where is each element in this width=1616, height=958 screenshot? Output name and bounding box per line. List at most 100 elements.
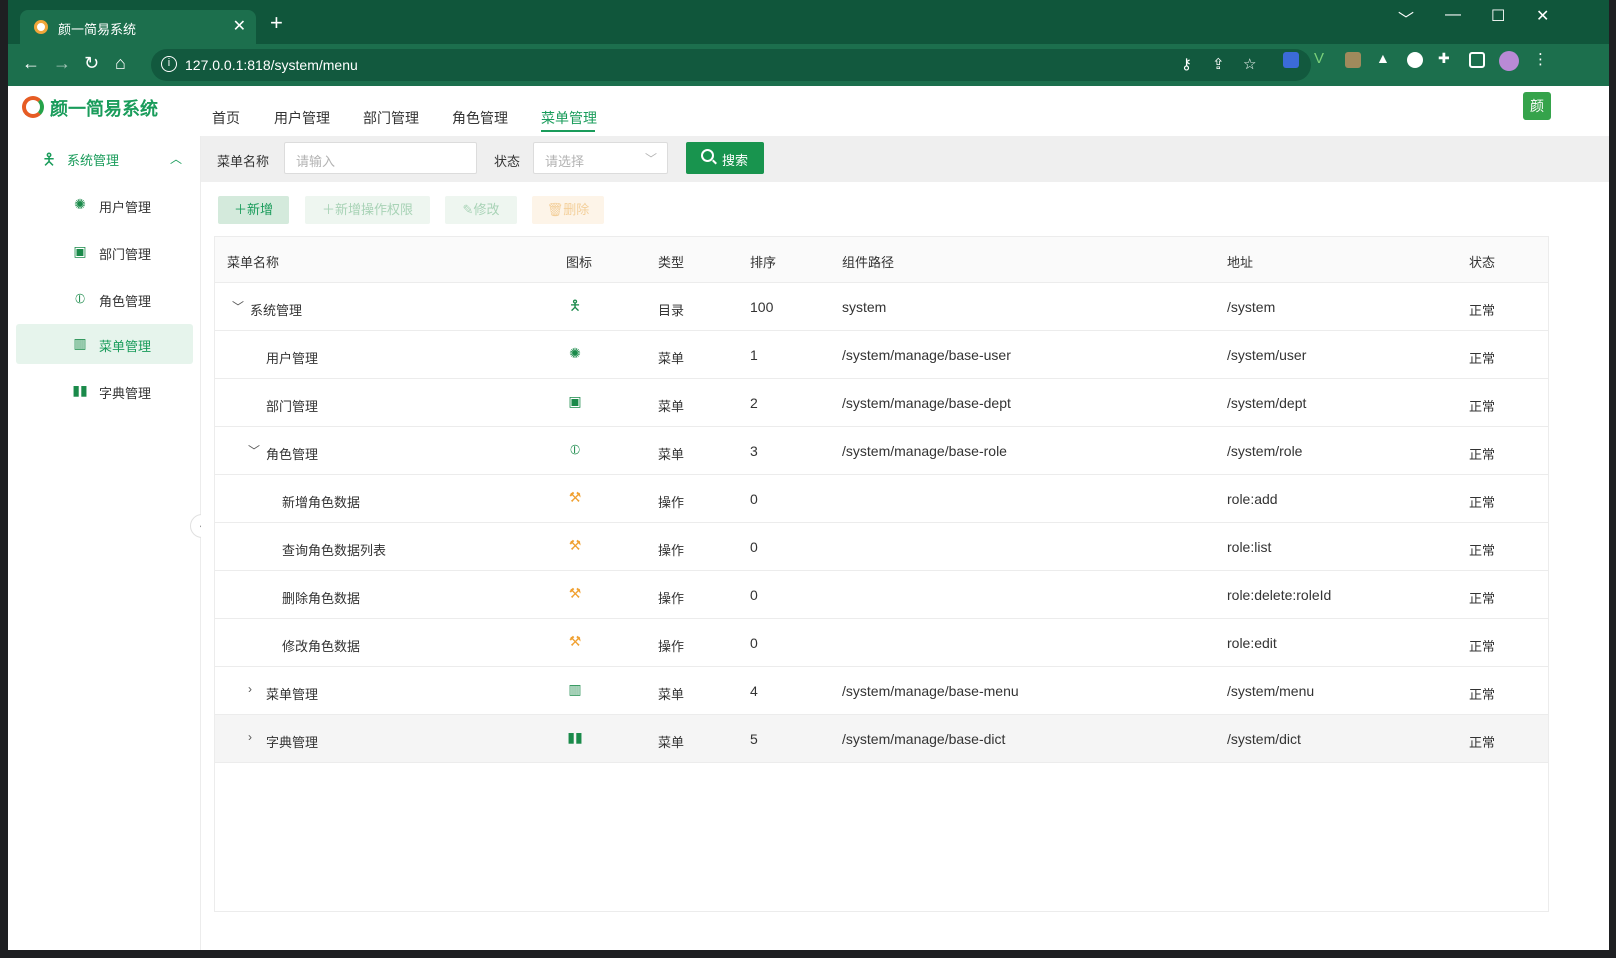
cell-type: 操作 xyxy=(658,543,685,558)
sidebar-item-label: 字典管理 xyxy=(99,386,152,401)
tab-close-icon[interactable]: ✕ xyxy=(233,16,246,36)
sidebar-item-role[interactable]: ⦶ 角色管理 xyxy=(16,279,193,319)
table-row[interactable]: › 菜单管理 菜单 4/system/manage/base-menu/system/… xyxy=(215,667,1548,715)
search-button-label: 搜索 xyxy=(722,153,749,168)
expand-chevron-icon[interactable]: › xyxy=(248,682,252,696)
browser-tab-bar: 颜一简易系统 ✕ + ﹀ — ☐ ✕ xyxy=(8,0,1609,44)
cell-status: 正常 xyxy=(1469,639,1496,654)
cell-status: 正常 xyxy=(1469,303,1496,318)
cell-path: /system/role xyxy=(1227,443,1303,459)
cell-type: 菜单 xyxy=(658,735,685,750)
collapse-chevron-icon[interactable]: ﹀ xyxy=(248,442,260,459)
sidebar-item-user[interactable]: ✺ 用户管理 xyxy=(16,185,193,225)
cell-order: 1 xyxy=(750,347,758,363)
add-permission-button[interactable]: ＋新增操作权限 xyxy=(305,196,430,224)
profile-avatar-icon[interactable] xyxy=(1499,51,1519,71)
table-row[interactable]: › 字典管理 菜单 5/system/manage/base-dict/system/… xyxy=(215,715,1548,763)
favicon-icon xyxy=(34,20,48,34)
status-select[interactable]: 请选择 ﹀ xyxy=(533,142,668,174)
header-status: 状态 xyxy=(1469,255,1496,270)
menu-name-label: 菜单名称 xyxy=(217,154,270,169)
sidebar-item-dept[interactable]: ▣ 部门管理 xyxy=(16,232,193,272)
url-text[interactable]: 127.0.0.1:818/system/menu xyxy=(185,57,358,73)
forward-arrow-icon[interactable]: → xyxy=(53,53,71,74)
nav-active-indicator xyxy=(541,130,595,132)
extension-game-icon[interactable] xyxy=(1407,52,1423,68)
cell-path: role:delete:roleId xyxy=(1227,587,1332,603)
cell-status: 正常 xyxy=(1469,351,1496,366)
back-arrow-icon[interactable]: ← xyxy=(22,53,40,74)
site-info-icon[interactable]: i xyxy=(161,56,177,72)
sidebar-group-system[interactable]: 🯅 系统管理 ︿ xyxy=(8,136,201,181)
archive-icon: ▣ xyxy=(568,393,582,409)
table-row[interactable]: 删除角色数据 操作 0 role:delete:roleId 正常 ⚒ xyxy=(215,571,1548,619)
reload-icon[interactable]: ↻ xyxy=(84,53,99,74)
table-row[interactable]: 部门管理 菜单 2/system/manage/base-dept/system/d… xyxy=(215,379,1548,427)
cell-name: 删除角色数据 xyxy=(282,591,361,606)
extension-v-icon[interactable]: V xyxy=(1314,50,1330,67)
table-row[interactable]: 新增角色数据 操作 0 role:add 正常 ⚒ xyxy=(215,475,1548,523)
nav-dept[interactable]: 部门管理 xyxy=(363,108,419,128)
collapse-chevron-icon[interactable]: ﹀ xyxy=(232,298,244,315)
menu-name-input[interactable]: 请输入 xyxy=(284,142,477,174)
cell-order: 3 xyxy=(750,443,758,459)
search-button[interactable]: 搜索 xyxy=(686,142,764,174)
cell-path: /system/user xyxy=(1227,347,1307,363)
aperture-icon: ✺ xyxy=(569,345,581,361)
person-icon: 🯅 xyxy=(568,297,582,313)
maximize-button[interactable]: ☐ xyxy=(1491,6,1505,26)
share-icon[interactable]: ⇪ xyxy=(1212,55,1225,73)
edit-button[interactable]: ✎修改 xyxy=(445,196,517,224)
nav-menu[interactable]: 菜单管理 xyxy=(541,108,597,128)
new-tab-button[interactable]: + xyxy=(270,10,283,36)
sidebar-item-menu[interactable]: ▥ 菜单管理 xyxy=(16,324,193,364)
tab-search-button[interactable]: ﹀ xyxy=(1398,6,1414,30)
puzzle-icon[interactable]: ✚ xyxy=(1438,50,1454,66)
cell-type: 目录 xyxy=(658,303,685,318)
cell-status: 正常 xyxy=(1469,495,1496,510)
cell-order: 5 xyxy=(750,731,758,747)
extension-mountain-icon[interactable]: ▲ xyxy=(1376,50,1392,66)
app-root: 颜一简易系统 首页 用户管理 部门管理 角色管理 菜单管理 颜 🯅 系统管理 ︿… xyxy=(8,86,1609,950)
nav-home[interactable]: 首页 xyxy=(212,108,240,128)
table-row[interactable]: ﹀ 系统管理 目录 100 system/system 正常 🯅 xyxy=(215,283,1548,331)
add-button[interactable]: ＋新增 xyxy=(218,196,289,224)
cell-order: 4 xyxy=(750,683,758,699)
table-row[interactable]: 查询角色数据列表 操作 0 role:list 正常 ⚒ xyxy=(215,523,1548,571)
nav-role[interactable]: 角色管理 xyxy=(452,108,508,128)
minimize-button[interactable]: — xyxy=(1445,6,1461,24)
browser-tab[interactable]: 颜一简易系统 ✕ xyxy=(20,10,256,44)
cell-type: 菜单 xyxy=(658,687,685,702)
star-icon[interactable]: ☆ xyxy=(1243,55,1256,73)
extension-download-icon[interactable] xyxy=(1345,52,1361,68)
menu-table: 菜单名称 图标 类型 排序 组件路径 地址 状态 ﹀ 系统管理 目录 100 syste… xyxy=(214,236,1549,912)
expand-chevron-icon[interactable]: › xyxy=(248,730,252,744)
sidepanel-icon[interactable] xyxy=(1469,52,1485,68)
delete-button-label: 删除 xyxy=(563,202,590,217)
tools-icon: ⚒ xyxy=(568,537,582,553)
sidebar-item-label: 菜单管理 xyxy=(99,339,152,354)
sidebar-item-dict[interactable]: ▮▮ 字典管理 xyxy=(16,371,193,411)
header-path: 地址 xyxy=(1227,255,1254,270)
key-icon[interactable]: ⚷ xyxy=(1181,55,1192,73)
address-bar[interactable]: i 127.0.0.1:818/system/menu ⚷ ⇪ ☆ xyxy=(151,49,1311,81)
background-editor-strip xyxy=(0,0,8,958)
cell-component: system xyxy=(842,299,887,315)
table-row[interactable]: 修改角色数据 操作 0 role:edit 正常 ⚒ xyxy=(215,619,1548,667)
extension-blue-icon[interactable] xyxy=(1283,52,1299,68)
table-row[interactable]: ﹀ 角色管理 菜单 3/system/manage/base-role/system/… xyxy=(215,427,1548,475)
header-order: 排序 xyxy=(750,255,777,270)
delete-button[interactable]: 🗑删除 xyxy=(532,196,604,224)
user-avatar[interactable]: 颜 xyxy=(1523,92,1551,120)
menu-dots-icon[interactable]: ⋮ xyxy=(1533,50,1549,68)
close-window-button[interactable]: ✕ xyxy=(1536,6,1549,26)
nav-user[interactable]: 用户管理 xyxy=(274,108,330,128)
home-icon[interactable]: ⌂ xyxy=(115,53,126,74)
bar-chart-icon: ▥ xyxy=(73,335,87,351)
cell-name: 部门管理 xyxy=(266,399,319,414)
cell-path: role:list xyxy=(1227,539,1272,555)
cell-component: /system/manage/base-dict xyxy=(842,731,1006,747)
search-icon xyxy=(701,149,714,162)
table-row[interactable]: 用户管理 菜单 1/system/manage/base-user/system/u… xyxy=(215,331,1548,379)
cell-path: role:edit xyxy=(1227,635,1277,651)
